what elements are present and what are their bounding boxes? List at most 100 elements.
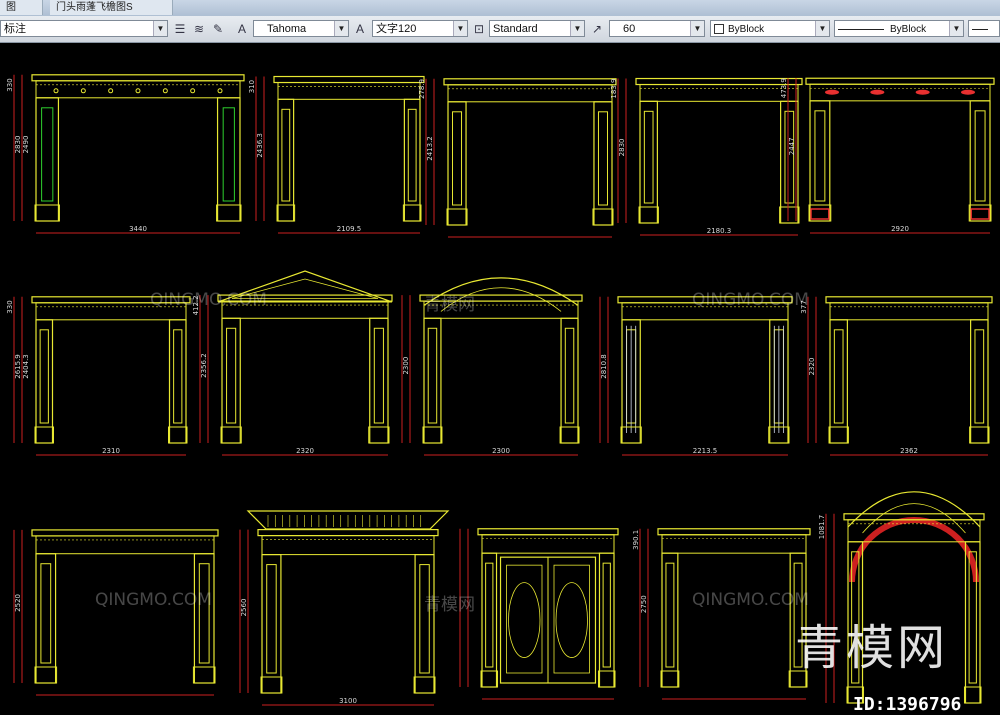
entablature	[221, 300, 389, 319]
pillar-base-red	[970, 208, 990, 220]
text-style-dropdown[interactable]: 文字120 ▼	[372, 20, 468, 37]
color-dropdown[interactable]: ByBlock ▼	[710, 20, 830, 37]
drawing-canvas[interactable]: 3440 330 2830 2490 2109.5 310 2436.3 278.9 2413.…	[0, 43, 1000, 715]
layer-value: 标注	[4, 23, 26, 35]
multileader-style-icon[interactable]: ↗	[589, 21, 605, 37]
text-font-dropdown[interactable]: Tahoma ▼	[253, 20, 349, 37]
left-pillar	[277, 98, 295, 222]
dim-style-dropdown[interactable]: Standard ▼	[489, 20, 585, 37]
frieze-ornament	[915, 89, 930, 95]
pillar-base	[402, 204, 422, 222]
lineweight-dropdown[interactable]	[968, 20, 1000, 37]
entablature	[447, 84, 613, 103]
dimension-text-width: 2320	[296, 447, 314, 455]
scale-value: 60	[623, 23, 636, 35]
pillar-base-red	[810, 208, 830, 220]
table-style-icon[interactable]: ⊡	[471, 21, 487, 37]
pillar-flute	[266, 564, 277, 674]
pillar-base	[446, 208, 468, 226]
pillar-flute	[485, 562, 494, 668]
frieze-ornament	[870, 89, 885, 95]
entablature	[481, 534, 615, 554]
pillar-base	[34, 426, 54, 444]
pillar-flute	[814, 110, 826, 202]
pillar-flute	[665, 562, 675, 668]
entablature	[277, 82, 421, 100]
dimension-text-width: 2109.5	[337, 225, 362, 233]
pillar-flute	[407, 108, 417, 202]
pillar-flute	[602, 562, 611, 668]
chevron-down-icon: ▼	[334, 21, 348, 36]
layer-previous-icon[interactable]: ✎	[210, 21, 226, 37]
cornice	[257, 529, 439, 537]
chevron-down-icon: ▼	[690, 21, 704, 36]
dimension-text-height: 1081.7	[818, 515, 826, 540]
dimension-text-height: 473.9	[780, 78, 788, 98]
pillar-base	[592, 208, 614, 226]
entablature	[639, 84, 799, 102]
pillar-flute	[281, 108, 291, 202]
cornice	[273, 75, 425, 84]
dim-style-icon[interactable]: A	[352, 21, 368, 37]
cornice	[419, 294, 583, 302]
file-tab-1[interactable]: 图	[0, 0, 43, 15]
pillar-base	[828, 426, 849, 444]
layer-dropdown[interactable]: 标注 ▼	[0, 20, 168, 37]
cornice	[31, 529, 219, 537]
model-id-label: ID:1396796	[853, 694, 962, 715]
door-ornament	[508, 582, 541, 658]
dimension-text-height: 2413.2	[426, 136, 434, 161]
linetype-value: ByBlock	[890, 24, 927, 35]
pillar-flute	[597, 111, 608, 206]
right-pillar	[216, 97, 241, 222]
right-pillar	[969, 100, 991, 222]
cornice	[443, 78, 617, 86]
pillar-flute	[39, 329, 49, 424]
file-tab-active[interactable]: 门头雨蓬飞檐图S	[50, 0, 173, 15]
pillar-base	[559, 426, 580, 444]
pillar-base	[192, 666, 216, 684]
dimension-text-height: 412.2	[192, 295, 200, 315]
dimension-text-height: 390.1	[632, 530, 640, 550]
pillar-base	[969, 426, 990, 444]
frieze-rosette	[217, 88, 223, 94]
pillar-flute	[427, 327, 438, 424]
dimension-text-height: 278.9	[418, 79, 426, 99]
pillar-flute	[564, 327, 575, 424]
door-panel	[553, 564, 590, 674]
linetype-dropdown[interactable]: ByBlock ▼	[834, 20, 964, 37]
dimension-text-height: 330	[6, 78, 14, 91]
dimension-text-width: 3440	[129, 225, 147, 233]
chevron-down-icon: ▼	[815, 21, 829, 36]
scale-dropdown[interactable]: 60 ▼	[609, 20, 705, 37]
frieze-rosette	[135, 88, 141, 94]
cornice	[657, 528, 811, 536]
pillar-flute	[226, 327, 237, 424]
left-pillar	[829, 319, 848, 444]
entablature	[35, 302, 187, 321]
pillar-flute	[452, 111, 463, 206]
pillar-base	[422, 426, 443, 444]
right-pillar	[168, 319, 187, 444]
dimension-text-width: 2213.5	[693, 447, 718, 455]
pillar-base	[963, 686, 982, 704]
layer-states-icon[interactable]: ≋	[191, 21, 207, 37]
pillar-flute	[974, 329, 985, 424]
pillar-base	[660, 670, 680, 688]
color-swatch	[714, 24, 724, 35]
pillar-flute	[419, 564, 430, 674]
text-style-icon[interactable]: A	[234, 21, 250, 37]
arch-red-band	[849, 517, 979, 583]
dimension-text-height: 330	[6, 300, 14, 313]
dimension-text-height: 2520	[14, 594, 22, 612]
layer-manager-icon[interactable]: ☰	[172, 21, 188, 37]
properties-toolbar: 标注 ▼ ☰ ≋ ✎ A Tahoma ▼ A 文字120 ▼ ⊡ Standa…	[0, 16, 1000, 43]
pillar-flute	[784, 110, 795, 204]
frieze-rosette	[162, 88, 168, 94]
pillar-base	[368, 426, 390, 444]
color-value: ByBlock	[728, 24, 765, 35]
arch-inner	[440, 287, 562, 312]
pillar-base	[638, 206, 659, 224]
door-panel	[506, 564, 543, 674]
cornice	[217, 294, 393, 302]
